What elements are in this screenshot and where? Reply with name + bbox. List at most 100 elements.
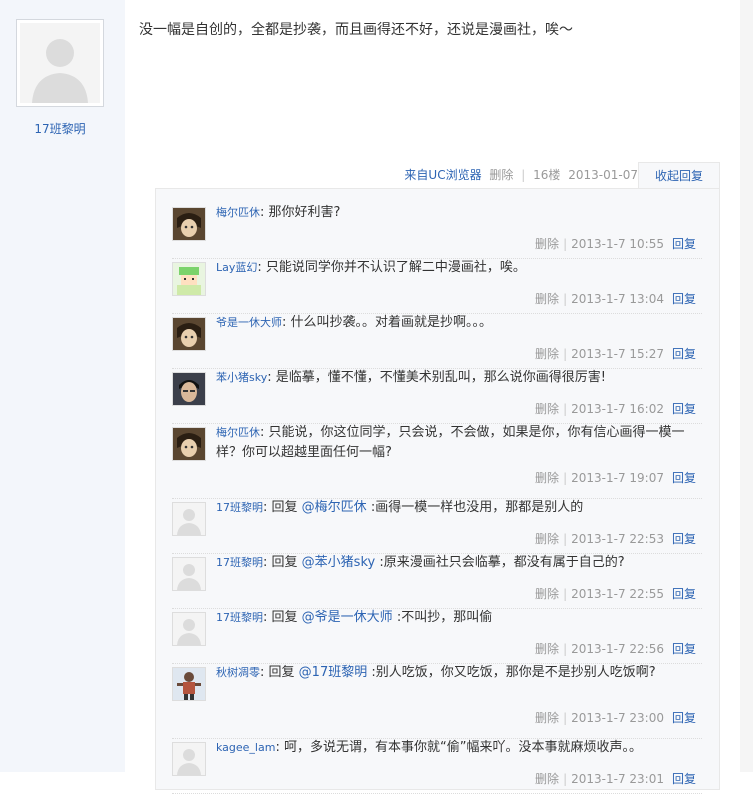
- reply-avatar-icon[interactable]: [172, 502, 206, 536]
- reply-time: 2013-1-7 23:01: [571, 772, 664, 786]
- mention-link[interactable]: @苯小猪sky: [302, 555, 376, 570]
- reply-colon: :: [282, 315, 291, 330]
- reply-body: 苯小猪sky: 是临摹，懂不懂，不懂美术别乱叫，那么说你画得很厉害!: [216, 368, 702, 388]
- reply-button[interactable]: 回复: [672, 587, 696, 601]
- reply-colon: :: [260, 425, 269, 440]
- reply-item: 17班黎明: 回复 @爷是一休大师 :不叫抄，那叫偷 删除 | 2013-1-7 22…: [172, 608, 702, 664]
- reply-item: 苯小猪sky: 是临摹，懂不懂，不懂美术别乱叫，那么说你画得很厉害! 删除 | 201…: [172, 368, 702, 424]
- reply-body: 秋树凋零: 回复 @17班黎明 :别人吃饭，你又吃饭，那你是不是抄别人吃饭啊?: [216, 663, 702, 683]
- reply-prefix: 回复: [268, 665, 295, 680]
- reply-avatar-icon[interactable]: [172, 667, 206, 701]
- reply-item: 梅尔匹休: 只能说，你这位同学，只会说，不会做，如果是你，你有信心画得一模一样？…: [172, 423, 702, 499]
- reply-time: 2013-1-7 19:07: [571, 471, 664, 485]
- reply-colon: :: [263, 500, 272, 515]
- reply-meta: 删除 | 2013-1-7 19:07 回复: [535, 471, 696, 485]
- reply-text: 是临摹，懂不懂，不懂美术别乱叫，那么说你画得很厉害!: [275, 370, 606, 385]
- reply-button[interactable]: 回复: [672, 642, 696, 656]
- separator: |: [563, 347, 568, 361]
- reply-username-link[interactable]: 梅尔匹休: [216, 206, 260, 219]
- mention-link[interactable]: @爷是一休大师: [302, 610, 393, 625]
- reply-username-link[interactable]: 梅尔匹休: [216, 426, 260, 439]
- reply-prefix: 回复: [271, 555, 298, 570]
- reply-text: :画得一模一样也没用，那都是别人的: [370, 500, 584, 515]
- reply-text: :原来漫画社只会临摹，都没有属于自己的?: [379, 555, 625, 570]
- reply-button[interactable]: 回复: [672, 532, 696, 546]
- reply-username-link[interactable]: 17班黎明: [216, 556, 263, 569]
- reply-avatar-icon[interactable]: [172, 742, 206, 776]
- scroll-gutter: [740, 0, 753, 772]
- reply-item: Lay蓝幻: 只能说同学你并不认识了解二中漫画社，唉。 删除 | 2013-1-7 1…: [172, 258, 702, 314]
- separator: |: [563, 532, 568, 546]
- reply-time: 2013-1-7 22:55: [571, 587, 664, 601]
- reply-avatar-icon[interactable]: [172, 207, 206, 241]
- reply-avatar-icon[interactable]: [172, 612, 206, 646]
- post-delete-link[interactable]: 删除: [489, 168, 513, 182]
- reply-username-link[interactable]: 秋树凋零: [216, 666, 260, 679]
- reply-button[interactable]: 回复: [672, 402, 696, 416]
- separator: |: [563, 237, 568, 251]
- reply-delete-link[interactable]: 删除: [535, 237, 559, 251]
- reply-avatar-icon[interactable]: [172, 262, 206, 296]
- separator: |: [563, 772, 568, 786]
- reply-delete-link[interactable]: 删除: [535, 292, 559, 306]
- reply-delete-link[interactable]: 删除: [535, 772, 559, 786]
- reply-colon: :: [263, 555, 272, 570]
- toggle-replies-button[interactable]: 收起回复: [638, 162, 720, 189]
- author-name-link[interactable]: 17班黎明: [0, 120, 120, 137]
- reply-delete-link[interactable]: 删除: [535, 347, 559, 361]
- reply-button[interactable]: 回复: [672, 292, 696, 306]
- reply-avatar-icon[interactable]: [172, 427, 206, 461]
- mention-link[interactable]: @梅尔匹休: [302, 500, 367, 515]
- reply-item: 秋树凋零: 回复 @17班黎明 :别人吃饭，你又吃饭，那你是不是抄别人吃饭啊? 删…: [172, 663, 702, 739]
- reply-meta: 删除 | 2013-1-7 15:27 回复: [535, 347, 696, 361]
- reply-avatar-icon[interactable]: [172, 317, 206, 351]
- reply-button[interactable]: 回复: [672, 772, 696, 786]
- reply-text: :不叫抄，那叫偷: [396, 610, 493, 625]
- reply-delete-link[interactable]: 删除: [535, 711, 559, 725]
- reply-time: 2013-1-7 22:53: [571, 532, 664, 546]
- reply-colon: :: [263, 610, 272, 625]
- reply-body: 17班黎明: 回复 @爷是一休大师 :不叫抄，那叫偷: [216, 608, 702, 628]
- reply-body: 梅尔匹休: 只能说，你这位同学，只会说，不会做，如果是你，你有信心画得一模一样？…: [216, 423, 702, 463]
- client-source-link[interactable]: 来自UC浏览器: [404, 168, 481, 182]
- author-panel: 17班黎明: [0, 0, 125, 772]
- reply-username-link[interactable]: 苯小猪sky: [216, 371, 267, 384]
- reply-delete-link[interactable]: 删除: [535, 532, 559, 546]
- reply-delete-link[interactable]: 删除: [535, 587, 559, 601]
- reply-item: 爷是一休大师: 什么叫抄袭。。对着画就是抄啊。。。 删除 | 2013-1-7 15:…: [172, 313, 702, 369]
- post-floor: 16楼: [533, 168, 561, 182]
- reply-list: 梅尔匹休: 那你好利害? 删除 | 2013-1-7 10:55 回复 Lay蓝幻: 只能…: [155, 188, 720, 794]
- reply-body: 17班黎明: 回复 @梅尔匹休 :画得一模一样也没用，那都是别人的: [216, 498, 702, 518]
- reply-colon: :: [260, 665, 269, 680]
- reply-username-link[interactable]: 爷是一休大师: [216, 316, 282, 329]
- separator: |: [563, 642, 568, 656]
- default-avatar-icon: [20, 23, 100, 103]
- reply-username-link[interactable]: 17班黎明: [216, 501, 263, 514]
- reply-button[interactable]: 回复: [672, 471, 696, 485]
- reply-delete-link[interactable]: 删除: [535, 642, 559, 656]
- reply-meta: 删除 | 2013-1-7 13:04 回复: [535, 292, 696, 306]
- post-meta: 来自UC浏览器 删除 | 16楼 2013-01-07 10:43: [380, 165, 638, 202]
- separator: |: [563, 292, 568, 306]
- reply-colon: :: [260, 205, 269, 220]
- reply-button[interactable]: 回复: [672, 711, 696, 725]
- reply-button[interactable]: 回复: [672, 347, 696, 361]
- reply-username-link[interactable]: kagee_lam: [216, 741, 275, 754]
- reply-button[interactable]: 回复: [672, 237, 696, 251]
- reply-username-link[interactable]: Lay蓝幻: [216, 261, 257, 274]
- reply-username-link[interactable]: 17班黎明: [216, 611, 263, 624]
- reply-item: 17班黎明: 回复 @梅尔匹休 :画得一模一样也没用，那都是别人的删除 | 2013…: [172, 498, 702, 554]
- reply-time: 2013-1-7 10:55: [571, 237, 664, 251]
- reply-time: 2013-1-7 16:02: [571, 402, 664, 416]
- reply-delete-link[interactable]: 删除: [535, 471, 559, 485]
- reply-meta: 删除 | 2013-1-7 10:55 回复: [535, 237, 696, 251]
- reply-avatar-icon[interactable]: [172, 372, 206, 406]
- separator: |: [563, 471, 568, 485]
- reply-body: Lay蓝幻: 只能说同学你并不认识了解二中漫画社，唉。: [216, 258, 702, 278]
- author-avatar[interactable]: [16, 19, 104, 107]
- reply-time: 2013-1-7 23:00: [571, 711, 664, 725]
- reply-avatar-icon[interactable]: [172, 557, 206, 591]
- reply-item: 梅尔匹休: 那你好利害? 删除 | 2013-1-7 10:55 回复: [172, 203, 702, 259]
- mention-link[interactable]: @17班黎明: [299, 665, 368, 680]
- reply-delete-link[interactable]: 删除: [535, 402, 559, 416]
